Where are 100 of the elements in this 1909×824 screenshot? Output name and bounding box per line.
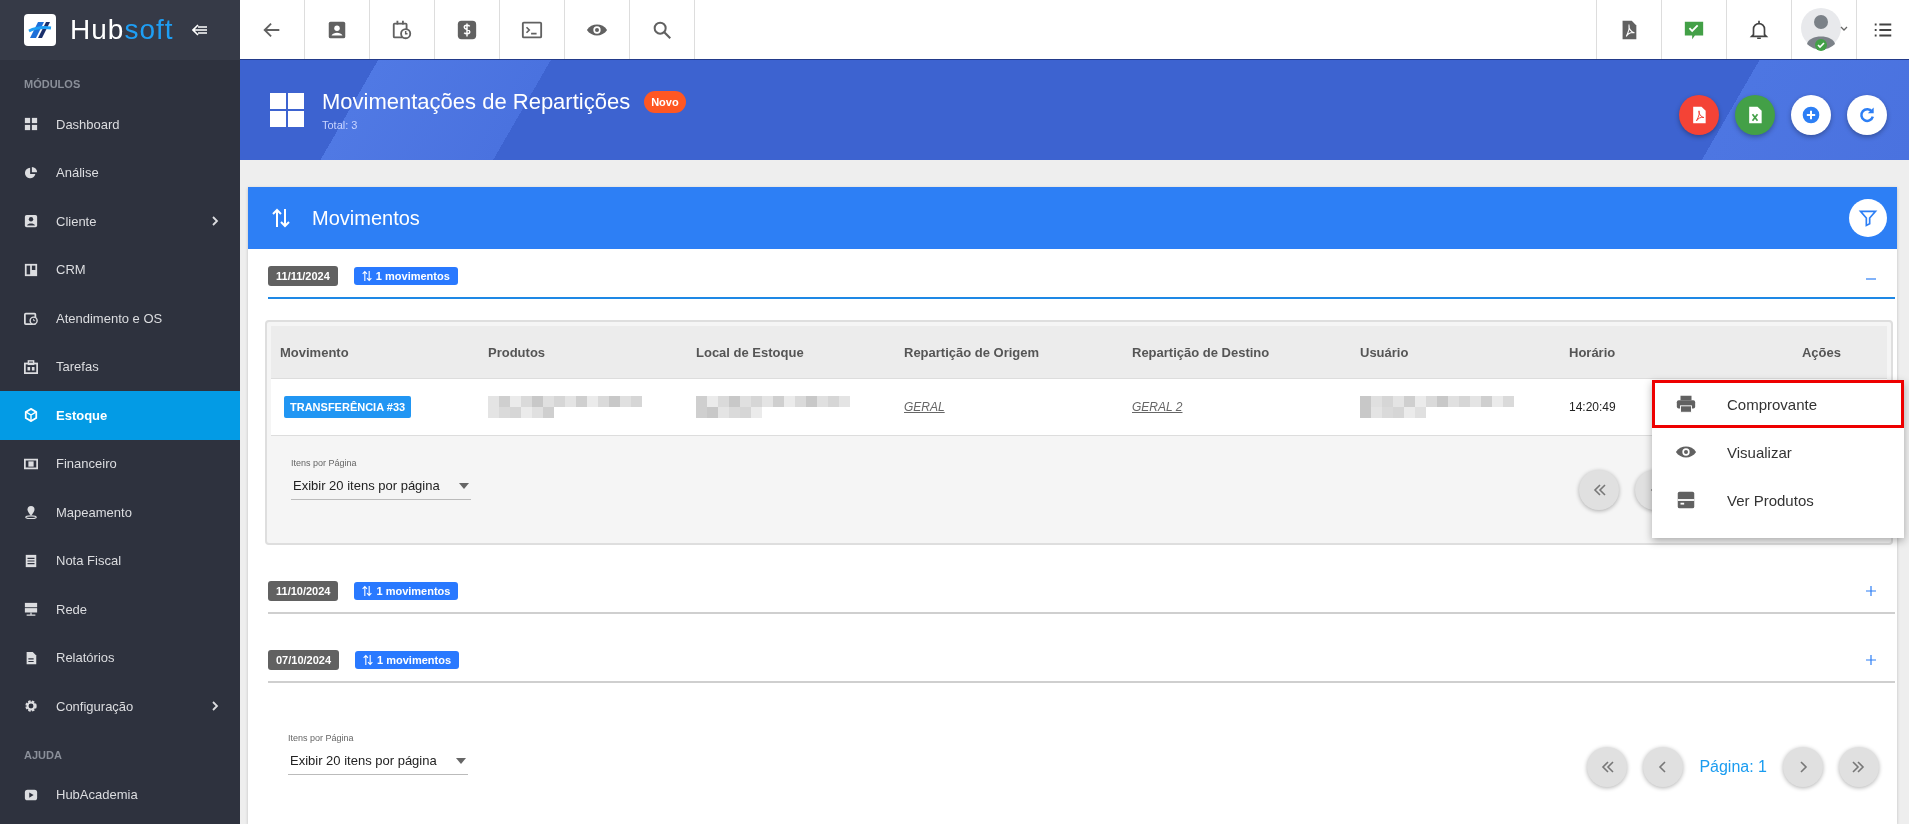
sidebar-item-label: Nota Fiscal bbox=[56, 553, 122, 569]
table-cell: 14:20:49 bbox=[1569, 400, 1616, 414]
card-title: Movimentos bbox=[312, 206, 420, 230]
filter-button[interactable] bbox=[1849, 199, 1887, 237]
sidebar-item[interactable]: HubAcademia bbox=[0, 770, 240, 819]
grid-icon bbox=[24, 117, 38, 132]
sidebar-item[interactable]: Mapeamento bbox=[0, 488, 240, 537]
transfer-arrows-icon bbox=[361, 270, 372, 282]
menu-item[interactable]: Comprovante bbox=[1652, 380, 1904, 428]
column-header: Repartição de Origem bbox=[903, 344, 1041, 360]
spreadsheet-export-button[interactable] bbox=[1735, 95, 1775, 135]
movement-tag: TRANSFERÊNCIA #33 bbox=[284, 396, 412, 418]
location-pin-icon bbox=[24, 505, 38, 520]
sidebar-item[interactable]: CRM bbox=[0, 245, 240, 294]
sidebar-item-label: Atendimento e OS bbox=[56, 310, 163, 326]
sidebar-item[interactable]: Tarefas bbox=[0, 342, 240, 391]
sidebar-item[interactable]: Rede bbox=[0, 585, 240, 634]
sidebar-item-label: Tarefas bbox=[56, 359, 99, 375]
filter-icon bbox=[1858, 208, 1878, 228]
sidebar-item[interactable]: Nota Fiscal bbox=[0, 536, 240, 585]
date-badge: 11/10/2024 bbox=[268, 581, 339, 601]
contact-card-icon bbox=[24, 214, 38, 229]
sidebar-item-label: HubAcademia bbox=[56, 787, 138, 803]
count-label: 1 movimentos bbox=[376, 585, 451, 597]
count-label: 1 movimentos bbox=[377, 654, 452, 666]
caret-down-icon bbox=[456, 757, 466, 764]
expand-icon[interactable] bbox=[1865, 585, 1877, 597]
avatar-icon[interactable] bbox=[1800, 7, 1848, 52]
gear-icon bbox=[24, 699, 38, 714]
menu-item-label: Visualizar bbox=[1727, 443, 1792, 461]
refresh-button[interactable] bbox=[1847, 95, 1887, 135]
sidebar-item[interactable]: Configuração bbox=[0, 682, 240, 731]
sidebar-item-label: Financeiro bbox=[56, 456, 117, 472]
group-header[interactable]: 07/10/2024 1 movimentos bbox=[268, 639, 1895, 683]
server-icon bbox=[24, 602, 38, 617]
dollar-icon[interactable] bbox=[456, 18, 478, 41]
caret-down-icon bbox=[459, 482, 469, 489]
menu-item-label: Ver Produtos bbox=[1727, 491, 1814, 509]
double-chevron-left-icon bbox=[1592, 483, 1606, 497]
board-icon bbox=[24, 262, 38, 277]
column-header: Ações bbox=[1800, 344, 1842, 360]
grid-icon bbox=[270, 93, 304, 127]
sidebar-item-label: Cliente bbox=[56, 213, 97, 229]
sidebar-item-label: Rede bbox=[56, 601, 88, 617]
sidebar-item[interactable]: Cliente bbox=[0, 197, 240, 246]
expand-icon[interactable] bbox=[1865, 654, 1877, 666]
calendar-clock-icon bbox=[24, 311, 38, 326]
column-header: Horário bbox=[1568, 344, 1617, 360]
add-button[interactable] bbox=[1791, 95, 1831, 135]
items-per-page-select[interactable]: Exibir 20 itens por página bbox=[291, 474, 471, 500]
transfer-arrows-icon bbox=[363, 654, 374, 666]
column-header: Local de Estoque bbox=[695, 344, 805, 360]
field-label: Itens por Página bbox=[291, 458, 358, 468]
section-heading: AJUDA bbox=[23, 747, 63, 763]
pie-chart-icon bbox=[24, 165, 38, 180]
sidebar-item-label: Configuração bbox=[56, 698, 134, 714]
logo-icon bbox=[24, 14, 56, 46]
sidebar-item-label: Mapeamento bbox=[56, 504, 132, 520]
pdf-export-button[interactable] bbox=[1679, 95, 1719, 135]
document-icon bbox=[24, 553, 38, 568]
total-count: Total: 3 bbox=[322, 119, 359, 131]
collapse-icon[interactable] bbox=[191, 24, 208, 36]
department-link[interactable]: GERAL 2 bbox=[1132, 400, 1183, 414]
field-label: Itens por Página bbox=[288, 733, 355, 743]
transfer-arrows-icon bbox=[272, 207, 290, 229]
first-page-button[interactable] bbox=[1587, 747, 1628, 787]
department-link[interactable]: GERAL bbox=[904, 400, 945, 414]
calendar-clock-icon[interactable] bbox=[391, 18, 413, 41]
sidebar-item-label: Análise bbox=[56, 165, 99, 181]
sidebar-item[interactable]: Análise bbox=[0, 148, 240, 197]
menu-item[interactable]: Ver Produtos bbox=[1652, 476, 1904, 524]
sidebar-item[interactable]: Dashboard bbox=[0, 100, 240, 149]
new-badge: Novo bbox=[644, 91, 686, 113]
column-header: Movimento bbox=[279, 344, 350, 360]
sidebar-item[interactable]: Relatórios bbox=[0, 633, 240, 682]
refresh-icon bbox=[1857, 105, 1877, 125]
brand-name: Hubsoft bbox=[70, 14, 174, 46]
page-title: Movimentações de Repartições bbox=[322, 89, 631, 115]
group-header[interactable]: 11/10/2024 1 movimentos bbox=[268, 570, 1895, 614]
sidebar-item[interactable]: Financeiro bbox=[0, 439, 240, 488]
briefcase-icon bbox=[24, 359, 38, 374]
last-page-button[interactable] bbox=[1839, 747, 1879, 787]
count-label: 1 movimentos bbox=[375, 270, 450, 282]
date-badge: 07/10/2024 bbox=[268, 650, 340, 670]
printer-icon bbox=[1675, 393, 1697, 415]
group-header[interactable]: 11/11/2024 1 movimentos bbox=[268, 255, 1895, 299]
column-header: Usuário bbox=[1359, 344, 1410, 360]
sidebar-item[interactable]: Atendimento e OS bbox=[0, 294, 240, 343]
menu-item[interactable]: Visualizar bbox=[1652, 428, 1904, 476]
column-header: Repartição de Destino bbox=[1131, 344, 1271, 360]
double-chevron-left-icon bbox=[1600, 760, 1615, 774]
menu-item-label: Comprovante bbox=[1727, 395, 1818, 413]
cube-icon bbox=[24, 408, 38, 423]
file-icon bbox=[24, 650, 38, 665]
sidebar-item-label: Dashboard bbox=[56, 116, 120, 132]
plus-icon bbox=[1801, 105, 1821, 125]
items-per-page-select[interactable]: Exibir 20 itens por página bbox=[288, 749, 468, 775]
transfer-arrows-icon bbox=[362, 585, 373, 597]
bell-icon[interactable] bbox=[1748, 18, 1770, 41]
box-icon bbox=[1675, 489, 1697, 511]
